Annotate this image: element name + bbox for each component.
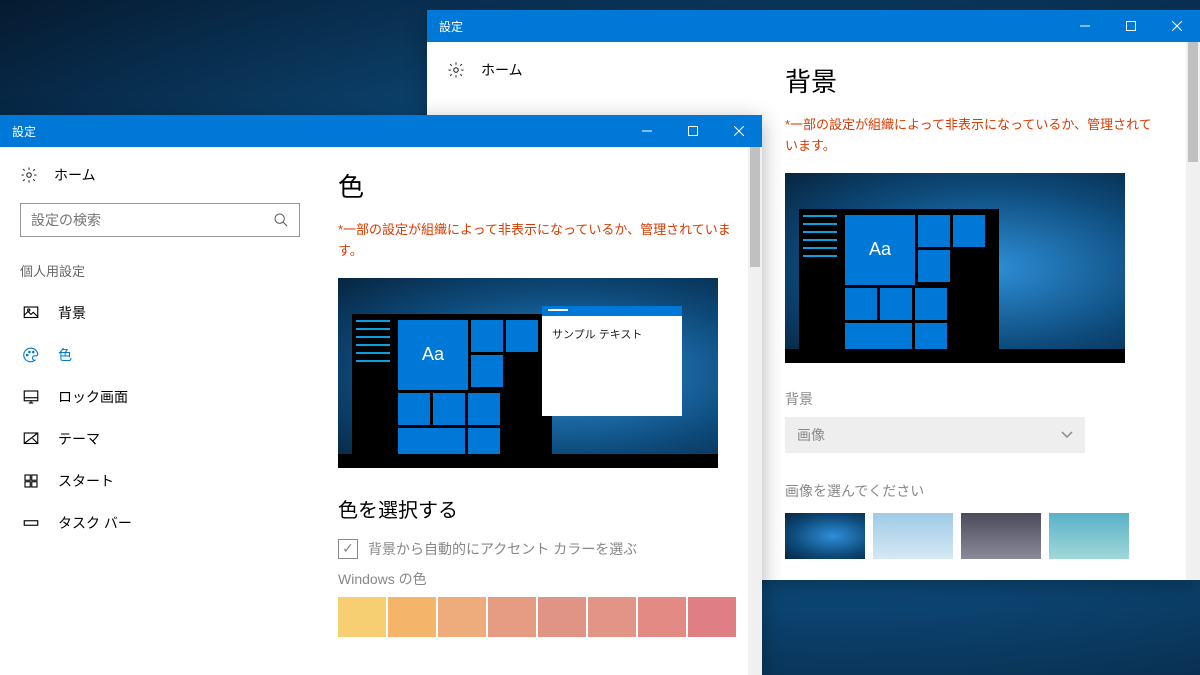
- auto-accent-checkbox-row[interactable]: 背景から自動的にアクセント カラーを選ぶ: [338, 539, 738, 559]
- chevron-down-icon: [1061, 431, 1073, 439]
- close-button[interactable]: [1154, 10, 1200, 42]
- search-input[interactable]: [31, 212, 273, 228]
- dropdown-value: 画像: [797, 425, 825, 445]
- scrollbar[interactable]: [748, 147, 762, 675]
- search-box[interactable]: [20, 203, 300, 237]
- color-swatch[interactable]: [488, 597, 536, 637]
- nav-label: ロック画面: [58, 387, 128, 407]
- preview-sample-window: サンプル テキスト: [542, 306, 682, 416]
- nav-label: タスク バー: [58, 513, 132, 533]
- home-row[interactable]: ホーム: [20, 165, 300, 185]
- preview-aa-text: Aa: [869, 239, 891, 260]
- color-swatch[interactable]: [638, 597, 686, 637]
- page-title: 背景: [785, 62, 1160, 99]
- sidebar-section-label: 個人用設定: [20, 261, 300, 280]
- nav-label: 色: [58, 345, 72, 365]
- choose-image-label: 画像を選んでください: [785, 481, 1160, 501]
- warning-text: *一部の設定が組織によって非表示になっているか、管理されています。: [338, 220, 738, 262]
- scrollbar-thumb[interactable]: [1188, 42, 1198, 162]
- search-icon: [273, 212, 289, 228]
- gear-icon: [20, 166, 38, 184]
- sidebar-item-0[interactable]: 背景: [20, 292, 300, 334]
- background-preview: Aa: [785, 173, 1125, 363]
- color-swatch[interactable]: [538, 597, 586, 637]
- sidebar-item-3[interactable]: テーマ: [20, 418, 300, 460]
- titlebar-text: 設定: [12, 123, 624, 140]
- image-thumbnail[interactable]: [961, 513, 1041, 559]
- minimize-button[interactable]: [624, 115, 670, 147]
- scrollbar[interactable]: [1186, 42, 1200, 580]
- warning-text: *一部の設定が組織によって非表示になっているか、管理されています。: [785, 115, 1160, 157]
- home-label: ホーム: [481, 60, 523, 80]
- image-thumbnail[interactable]: [1049, 513, 1129, 559]
- page-title: 色: [338, 167, 738, 204]
- preview-aa-text: Aa: [422, 344, 444, 365]
- titlebar[interactable]: 設定: [427, 10, 1200, 42]
- color-swatch[interactable]: [688, 597, 736, 637]
- minimize-button[interactable]: [1062, 10, 1108, 42]
- gear-icon: [447, 61, 465, 79]
- sidebar-item-2[interactable]: ロック画面: [20, 376, 300, 418]
- titlebar[interactable]: 設定: [0, 115, 762, 147]
- image-thumbnail[interactable]: [785, 513, 865, 559]
- nav-label: スタート: [58, 471, 114, 491]
- background-dropdown[interactable]: 画像: [785, 417, 1085, 453]
- checkbox-label: 背景から自動的にアクセント カラーを選ぶ: [368, 539, 637, 559]
- home-row[interactable]: ホーム: [447, 60, 747, 80]
- image-thumbnail[interactable]: [873, 513, 953, 559]
- home-label: ホーム: [54, 165, 96, 185]
- preview-sample-text: サンプル テキスト: [552, 329, 642, 341]
- color-swatch-row: [338, 597, 738, 637]
- choose-color-heading: 色を選択する: [338, 494, 738, 523]
- color-swatch[interactable]: [588, 597, 636, 637]
- sidebar-item-5[interactable]: タスク バー: [20, 502, 300, 544]
- maximize-button[interactable]: [1108, 10, 1154, 42]
- nav-label: 背景: [58, 303, 86, 323]
- image-thumbnails: [785, 513, 1160, 559]
- nav-label: テーマ: [58, 429, 100, 449]
- color-preview: Aa サンプル テキスト: [338, 278, 718, 468]
- color-swatch[interactable]: [438, 597, 486, 637]
- maximize-button[interactable]: [670, 115, 716, 147]
- scrollbar-thumb[interactable]: [750, 147, 760, 267]
- color-swatch[interactable]: [338, 597, 386, 637]
- background-field-label: 背景: [785, 389, 1160, 409]
- titlebar-text: 設定: [439, 18, 1062, 35]
- windows-color-label: Windows の色: [338, 569, 738, 589]
- close-button[interactable]: [716, 115, 762, 147]
- sidebar-item-1[interactable]: 色: [20, 334, 300, 376]
- checkbox-icon: [338, 539, 358, 559]
- color-swatch[interactable]: [388, 597, 436, 637]
- settings-window-colors: 設定 ホーム 個人用設定 背景色ロック画面テーマスタートタスク バー 色 *一部…: [0, 115, 762, 675]
- sidebar-item-4[interactable]: スタート: [20, 460, 300, 502]
